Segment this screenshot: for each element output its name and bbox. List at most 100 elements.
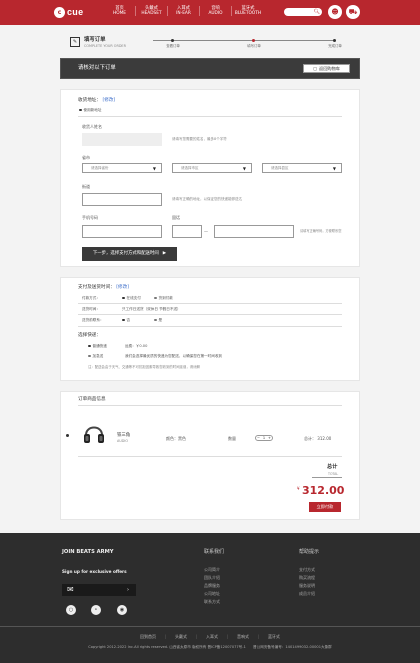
footer-link[interactable]: 公司地址 (204, 590, 220, 598)
tel-area-input[interactable] (172, 225, 202, 238)
footer-bottom-link[interactable]: 回到首页 (140, 634, 156, 639)
back-to-cart-label: 返回购物车 (319, 65, 340, 71)
divider (312, 477, 342, 478)
logo-text: cue (67, 6, 84, 17)
express-urgent-label: 加急送 (92, 354, 104, 358)
payment-title-text: 支付及送货时间： (78, 285, 115, 290)
footer-join-title: JOIN BEATS ARMY (62, 549, 114, 555)
headphone-product-image[interactable] (82, 421, 106, 447)
footer-link[interactable]: 公司简介 (204, 566, 220, 574)
back-to-cart-button[interactable]: ▢ 返回购物车 (303, 64, 350, 73)
pay-cod-label: 货到付款 (158, 296, 173, 300)
district-select-value: 请选择县区 (271, 165, 289, 170)
footer-bottom-link[interactable]: 蓝牙式 (268, 634, 280, 639)
city-select[interactable]: 请选择市区 ▼ (172, 163, 252, 173)
wechat-icon[interactable]: ⚬ (91, 605, 101, 615)
cart-icon: ▢ (313, 65, 317, 71)
next-step-button[interactable]: 下一步，选择支付方式和配送时间 ▶ (82, 247, 177, 261)
chevron-down-icon: ▼ (152, 165, 156, 171)
new-address-option[interactable]: 使用新地址 (79, 108, 101, 112)
nav-item-audio[interactable]: 音响 AUDIO (200, 6, 232, 16)
search-input[interactable]: 🔍︎ (284, 8, 322, 16)
express-urgent-option[interactable]: 加急送 (88, 354, 103, 358)
footer-link[interactable]: 成员介绍 (299, 590, 315, 598)
express-normal-option[interactable]: 普通快递 (88, 344, 107, 348)
divider (78, 116, 342, 117)
progress-dot (333, 39, 336, 42)
address-title: 收货地址： [修改] (78, 98, 115, 104)
footer-link[interactable]: 服务说明 (299, 582, 315, 590)
footer-link[interactable]: 购买流程 (299, 574, 315, 582)
footer-col1-title: 联系我们 (204, 549, 225, 555)
footer-bottom-link[interactable]: 入耳式 (206, 634, 218, 639)
footer-bottom-link[interactable]: 头戴式 (175, 634, 187, 639)
contact-no-option[interactable]: 否 (122, 318, 130, 322)
tel-label: 固话 (172, 215, 180, 220)
tel-number-input[interactable] (214, 225, 294, 238)
footer-link[interactable]: 支付方式 (299, 566, 315, 574)
footer-divider (0, 626, 420, 627)
pay-cod-option[interactable]: 货到付款 (154, 296, 173, 300)
mail-icon: ✉ (67, 585, 74, 594)
express-normal-label: 普通快递 (92, 344, 107, 348)
footer-bottom-link[interactable]: 音响式 (237, 634, 249, 639)
grand-total: 312.00 (302, 484, 345, 497)
region-label: 省市 (82, 155, 90, 160)
item-total-value: 312.00 (317, 436, 332, 441)
radio-icon (88, 344, 91, 348)
nav-label-en: HOME (112, 11, 127, 16)
express-title: 选择快递： (78, 333, 101, 338)
nav-item-in-ear[interactable]: 入耳式 IN-EAR (168, 6, 200, 16)
separator: | (257, 634, 260, 639)
minus-icon[interactable]: − (257, 436, 260, 440)
search-icon[interactable]: 🔍︎ (314, 9, 320, 15)
color-label: 颜色： (166, 436, 178, 441)
quantity-stepper[interactable]: − 1 + (255, 435, 273, 441)
street-label: 街道 (82, 184, 90, 189)
nav-item-headset[interactable]: 头戴式 HEADSET (136, 6, 168, 16)
street-input[interactable] (82, 193, 162, 206)
weibo-icon[interactable]: ◉ (117, 605, 127, 615)
qq-icon[interactable]: ○ (66, 605, 76, 615)
sum-en-label: TOTAL (328, 472, 339, 476)
footer-link[interactable]: 团队介绍 (204, 574, 220, 582)
chevron-right-icon[interactable]: › (127, 587, 129, 593)
step-label: 填写订单 (247, 44, 261, 48)
radio-icon (154, 318, 157, 322)
cart-icon[interactable]: ⛟ (346, 5, 360, 19)
products-title: 订单商品信息 (78, 397, 106, 402)
plus-icon[interactable]: + (268, 436, 271, 440)
contact-no-label: 否 (126, 318, 131, 322)
address-edit-link[interactable]: [修改] (102, 98, 115, 103)
step-label: 查看订单 (166, 44, 180, 48)
pay-online-option[interactable]: 在线支付 (122, 296, 141, 300)
separator: | (226, 634, 229, 639)
phone-input[interactable] (82, 225, 162, 238)
name-label: 收货人姓名 (82, 124, 102, 129)
province-select-value: 请选择省份 (91, 165, 109, 170)
step-subtitle: COMPLETE YOUR ORDER (84, 44, 126, 48)
payment-edit-link[interactable]: [修改] (116, 285, 129, 290)
contact-yes-option[interactable]: 是 (154, 318, 162, 322)
divider (78, 303, 342, 304)
delivery-time-value: 只工作日送货（双休日 节假日不送） (122, 307, 181, 311)
radio-icon (79, 108, 82, 112)
nav-item-bluetooth[interactable]: 蓝牙式 BLUETOOTH (232, 6, 264, 16)
nav-item-home[interactable]: 首页 HOME (104, 6, 136, 16)
district-select[interactable]: 请选择县区 ▼ (262, 163, 342, 173)
pay-now-button[interactable]: 立即付款 (309, 502, 341, 512)
chevron-down-icon: ▼ (332, 165, 336, 171)
logo[interactable]: c cue (54, 7, 83, 18)
pay-online-label: 在线支付 (126, 296, 141, 300)
city-select-value: 请选择市区 (181, 165, 199, 170)
divider (78, 456, 342, 457)
user-icon[interactable]: ☻ (328, 5, 342, 19)
footer-col2-list: 支付方式 购买流程 服务说明 成员介绍 (299, 566, 315, 598)
province-select[interactable]: 请选择省份 ▼ (82, 163, 162, 173)
footer-link[interactable]: 联系方式 (204, 598, 220, 606)
item-select-icon[interactable] (66, 434, 69, 437)
footer-link[interactable]: 品牌服务 (204, 582, 220, 590)
footer-col1-list: 公司简介 团队介绍 品牌服务 公司地址 联系方式 (204, 566, 220, 606)
nav-label-en: HEADSET (141, 11, 162, 16)
name-input[interactable] (82, 133, 162, 146)
